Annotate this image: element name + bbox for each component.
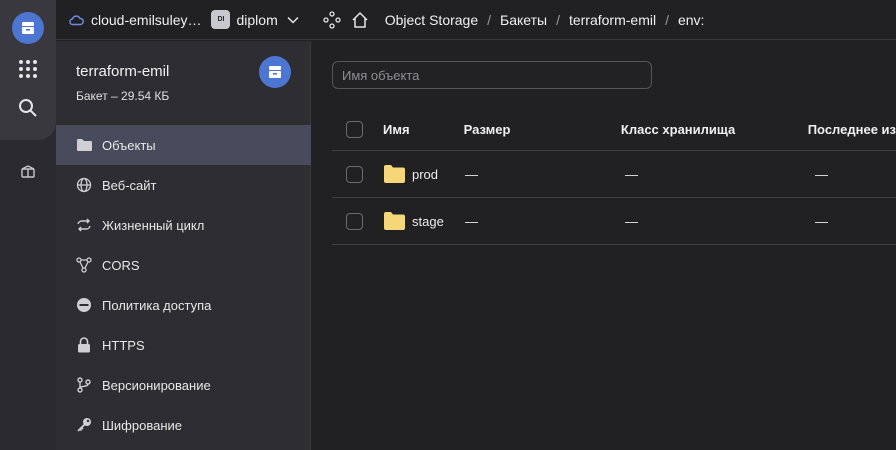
top-header: cloud-emilsuley… DI diplom Object Storag… <box>56 0 896 40</box>
folder-icon <box>383 211 406 231</box>
cycle-icon <box>75 216 93 234</box>
bucket-sidebar: terraform-emil Бакет – 29.54 КБ Объекты … <box>56 41 311 450</box>
globe-icon <box>75 176 93 194</box>
sidebar-item-access-policy[interactable]: Политика доступа <box>56 285 311 325</box>
left-rail <box>0 0 56 450</box>
versioning-icon <box>75 376 93 394</box>
sidebar-item-objects[interactable]: Объекты <box>56 125 311 165</box>
sidebar-item-cors[interactable]: CORS <box>56 245 311 285</box>
select-all-checkbox[interactable] <box>346 121 363 138</box>
breadcrumb-current: env: <box>677 11 705 28</box>
folder-icon <box>75 136 93 154</box>
row-checkbox[interactable] <box>346 212 363 230</box>
object-search-input[interactable] <box>332 61 652 89</box>
breadcrumb-buckets[interactable]: Бакеты <box>500 12 547 28</box>
object-last-modified: — <box>815 213 828 229</box>
apps-grid-icon[interactable] <box>12 53 44 85</box>
bucket-summary: Бакет – 29.54 КБ <box>76 89 170 103</box>
folder-icon <box>383 164 406 184</box>
search-icon[interactable] <box>12 92 44 124</box>
table-row[interactable]: prod — — — <box>332 151 896 198</box>
folder-selector[interactable]: DI diplom <box>211 10 299 29</box>
bucket-nav: Объекты Веб-сайт Жизненный цикл CORS Пол… <box>56 125 311 445</box>
key-icon <box>75 416 93 434</box>
services-icon[interactable] <box>323 10 341 29</box>
sidebar-item-label: Версионирование <box>102 377 211 393</box>
lock-icon <box>75 336 93 354</box>
object-name-cell[interactable]: prod <box>383 164 465 184</box>
column-last-modified[interactable]: Последнее из <box>808 122 896 137</box>
row-checkbox[interactable] <box>346 165 363 183</box>
sidebar-item-lifecycle[interactable]: Жизненный цикл <box>56 205 311 245</box>
sidebar-item-label: Объекты <box>102 137 156 153</box>
bucket-name: terraform-emil <box>76 63 170 80</box>
column-size[interactable]: Размер <box>464 122 621 137</box>
access-policy-icon <box>75 296 93 314</box>
object-storage-class: — <box>625 213 638 229</box>
breadcrumb-object-storage[interactable]: Object Storage <box>385 12 478 28</box>
gift-icon[interactable] <box>12 155 44 187</box>
home-icon[interactable] <box>351 11 369 29</box>
sidebar-item-label: Жизненный цикл <box>102 217 205 233</box>
object-storage-class: — <box>625 166 638 182</box>
object-size: — <box>465 166 478 182</box>
bucket-icon <box>259 56 291 88</box>
sidebar-item-label: Политика доступа <box>102 297 212 313</box>
object-last-modified: — <box>815 166 828 182</box>
cloud-selector[interactable]: cloud-emilsuley… <box>68 12 201 28</box>
sidebar-item-label: Шифрование <box>102 417 182 433</box>
sidebar-item-label: Веб-сайт <box>102 177 157 193</box>
object-name-cell[interactable]: stage <box>383 211 465 231</box>
cloud-name: cloud-emilsuley… <box>91 11 202 28</box>
sidebar-item-encryption[interactable]: Шифрование <box>56 405 311 445</box>
cloud-icon <box>68 14 84 26</box>
objects-main: Имя Размер Класс хранилища Последнее из … <box>312 41 896 450</box>
table-header: Имя Размер Класс хранилища Последнее из <box>332 109 896 151</box>
sidebar-item-versioning[interactable]: Версионирование <box>56 365 311 405</box>
column-storage-class[interactable]: Класс хранилища <box>621 122 808 137</box>
sidebar-item-https[interactable]: HTTPS <box>56 325 311 365</box>
breadcrumb-bucket[interactable]: terraform-emil <box>569 12 656 28</box>
sidebar-item-label: HTTPS <box>102 337 145 353</box>
sidebar-item-label: CORS <box>102 257 140 273</box>
chevron-down-icon <box>287 16 299 24</box>
sidebar-item-website[interactable]: Веб-сайт <box>56 165 311 205</box>
cors-icon <box>75 256 93 274</box>
object-name[interactable]: stage <box>412 214 444 229</box>
folder-name: diplom <box>236 11 278 28</box>
breadcrumb: Object Storage / Бакеты / terraform-emil… <box>384 11 705 28</box>
folder-badge: DI <box>211 10 231 29</box>
column-name[interactable]: Имя <box>383 122 464 137</box>
object-size: — <box>465 213 478 229</box>
table-row[interactable]: stage — — — <box>332 198 896 245</box>
object-name[interactable]: prod <box>412 167 438 182</box>
object-storage-icon[interactable] <box>12 12 44 44</box>
